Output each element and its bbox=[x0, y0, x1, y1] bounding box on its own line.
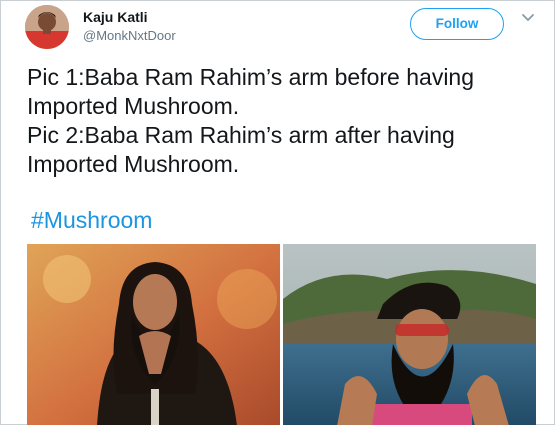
user-handle[interactable]: @MonkNxtDoor bbox=[83, 28, 176, 43]
tweet-text-line: Imported Mushroom. bbox=[27, 151, 240, 177]
photo-before[interactable] bbox=[27, 244, 280, 425]
tweet-text-line: Pic 1:Baba Ram Rahim’s arm before having bbox=[27, 64, 475, 90]
chevron-down-icon[interactable] bbox=[521, 11, 535, 25]
photo-after[interactable] bbox=[283, 244, 536, 425]
tweet-text: Pic 1:Baba Ram Rahim’s arm before having… bbox=[27, 63, 532, 179]
tweet-text-line: Imported Mushroom. bbox=[27, 93, 240, 119]
tweet-card: Kaju Katli @MonkNxtDoor Follow Pic 1:Bab… bbox=[0, 0, 555, 425]
tweet-media[interactable] bbox=[27, 244, 536, 425]
tweet-text-line: Pic 2:Baba Ram Rahim’s arm after having bbox=[27, 122, 455, 148]
follow-button[interactable]: Follow bbox=[410, 8, 504, 40]
hashtag-link[interactable]: #Mushroom bbox=[31, 207, 152, 234]
avatar[interactable] bbox=[25, 5, 69, 49]
display-name[interactable]: Kaju Katli bbox=[83, 9, 148, 25]
